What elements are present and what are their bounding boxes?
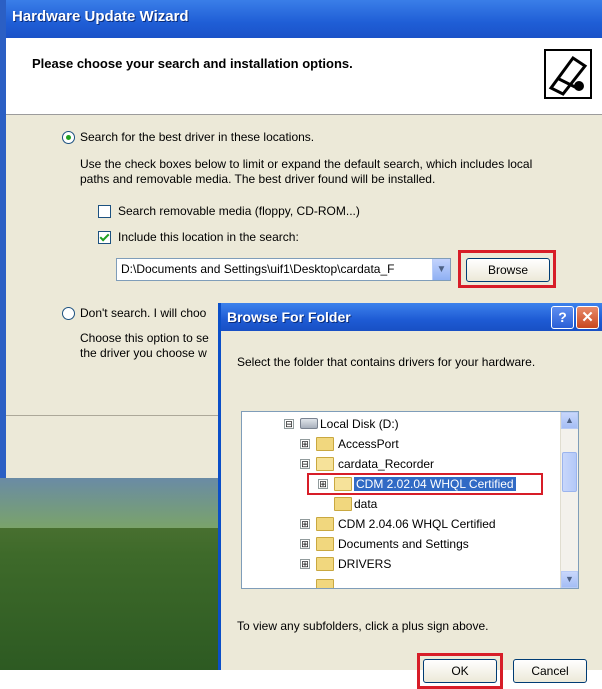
- expand-icon[interactable]: ⊞: [300, 559, 310, 569]
- location-combobox-value: D:\Documents and Settings\uif1\Desktop\c…: [121, 262, 395, 276]
- browse-dialog-description: Select the folder that contains drivers …: [237, 355, 536, 369]
- radio-dont-search-label: Don't search. I will choo: [80, 306, 207, 320]
- folder-icon: [334, 497, 352, 511]
- tree-vertical-scrollbar[interactable]: ▲ ▼: [560, 412, 578, 588]
- tree-item-label: DRIVERS: [338, 557, 392, 571]
- folder-icon: [316, 437, 334, 451]
- desktop-sky: [0, 478, 230, 528]
- scroll-down-icon[interactable]: ▼: [561, 571, 578, 588]
- expand-icon[interactable]: ⊞: [300, 519, 310, 529]
- browse-dialog-title: Browse For Folder: [227, 309, 351, 325]
- hardware-icon: [544, 49, 592, 99]
- combobox-dropdown-icon[interactable]: ▼: [432, 259, 450, 280]
- checkbox-removable-label: Search removable media (floppy, CD-ROM..…: [118, 204, 360, 218]
- tree-item-label: data: [354, 497, 378, 511]
- tree-item-label: CDM 2.04.06 WHQL Certified: [338, 517, 496, 531]
- location-combobox[interactable]: D:\Documents and Settings\uif1\Desktop\c…: [116, 258, 451, 281]
- tree-item-label: cardata_Recorder: [338, 457, 435, 471]
- selected-folder-highlight-box: [307, 473, 543, 495]
- folder-icon: [316, 517, 334, 531]
- help-button[interactable]: ?: [551, 306, 574, 329]
- scroll-up-icon[interactable]: ▲: [561, 412, 578, 429]
- radio-search-label: Search for the best driver in these loca…: [80, 130, 315, 144]
- dont-search-description-line-1: Choose this option to se: [80, 331, 209, 345]
- scrollbar-thumb[interactable]: [562, 452, 577, 492]
- cancel-button[interactable]: Cancel: [513, 659, 587, 683]
- desktop-wallpaper: [0, 478, 230, 670]
- dont-search-description-line-2: the driver you choose w: [80, 346, 207, 360]
- expand-icon[interactable]: ⊞: [300, 539, 310, 549]
- wizard-title: Hardware Update Wizard: [12, 8, 189, 25]
- ok-highlight-box: [417, 653, 503, 689]
- tree-item-label: Local Disk (D:): [320, 417, 399, 431]
- search-description-line-2: paths and removable media. The best driv…: [80, 172, 436, 186]
- wizard-titlebar[interactable]: Hardware Update Wizard: [6, 0, 602, 38]
- checkbox-removable-media[interactable]: [98, 205, 111, 218]
- browse-dialog-titlebar[interactable]: Browse For Folder ? ✕: [221, 303, 602, 331]
- folder-tree[interactable]: ⊟ Local Disk (D:) ⊞ AccessPort ⊟ cardata…: [241, 411, 579, 589]
- checkbox-include-location[interactable]: [98, 231, 111, 244]
- expand-icon[interactable]: ⊞: [300, 439, 310, 449]
- collapse-icon[interactable]: ⊟: [300, 459, 310, 469]
- drive-icon: [300, 418, 318, 429]
- tree-item-label: AccessPort: [338, 437, 399, 451]
- wizard-header: Please choose your search and installati…: [6, 38, 602, 115]
- tree-item-label: Documents and Settings: [338, 537, 469, 551]
- checkbox-include-label: Include this location in the search:: [118, 230, 299, 244]
- subfolder-hint: To view any subfolders, click a plus sig…: [237, 619, 489, 633]
- browse-for-folder-dialog: Browse For Folder ? ✕ Select the folder …: [218, 303, 602, 689]
- open-folder-icon: [316, 457, 334, 471]
- folder-icon: [316, 537, 334, 551]
- folder-icon: [316, 557, 334, 571]
- browse-highlight-box: [458, 250, 556, 288]
- folder-icon: [316, 579, 334, 588]
- collapse-icon[interactable]: ⊟: [284, 419, 294, 429]
- search-description-line-1: Use the check boxes below to limit or ex…: [80, 157, 533, 171]
- radio-search-locations[interactable]: [62, 131, 75, 144]
- wizard-header-text: Please choose your search and installati…: [32, 56, 353, 71]
- close-button[interactable]: ✕: [576, 306, 599, 329]
- radio-dont-search[interactable]: [62, 307, 75, 320]
